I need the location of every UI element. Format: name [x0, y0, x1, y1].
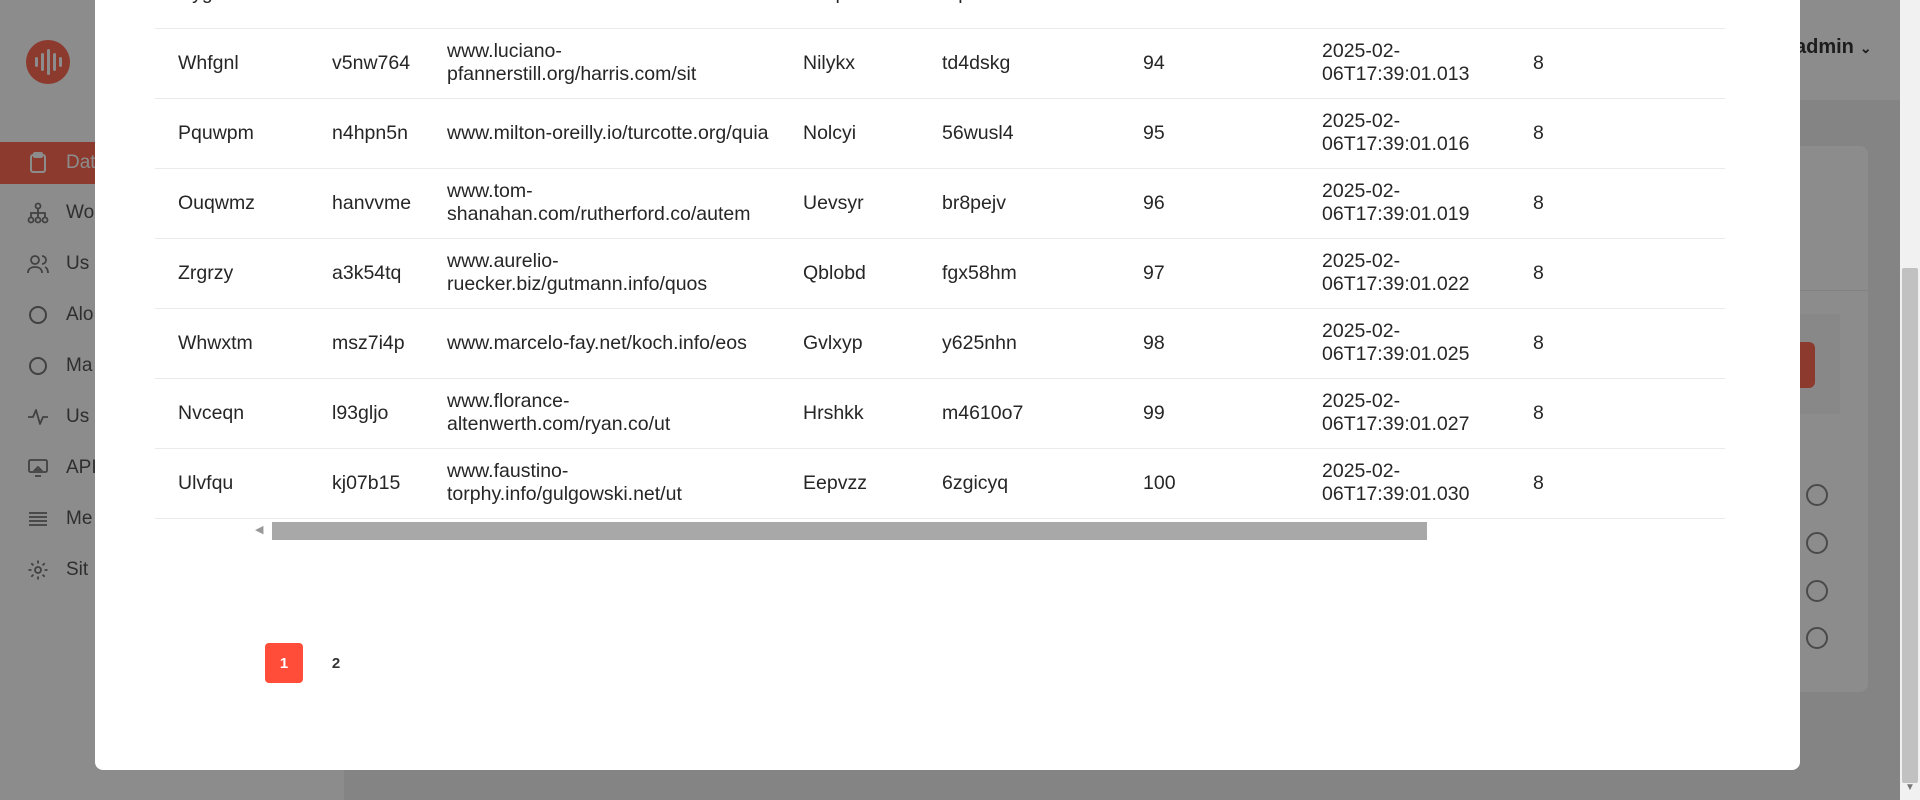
- table-cell: Ouqwmz: [178, 191, 255, 214]
- table-cell: Nilykx: [803, 51, 855, 74]
- table-cell: y625nhn: [942, 331, 1017, 354]
- table-cell: Nygfik: [178, 0, 232, 5]
- table-cell: td4dskg: [942, 51, 1011, 74]
- table-cell: www.milton-oreilly.io/turcotte.org/quia: [447, 121, 769, 144]
- table-row[interactable]: Nvceqn l93gljo www.florance-altenwerth.com…: [155, 378, 1725, 449]
- table-row[interactable]: Ouqwmz hanvvme www.tom-shanahan.com/ruther…: [155, 168, 1725, 239]
- table-cell: www.tom-shanahan.com/rutherford.co/autem: [447, 180, 751, 225]
- table-cell: Gvlxyp: [803, 331, 863, 354]
- table-cell: Hrshkk: [803, 401, 864, 424]
- table-cell: Yvlqsw: [803, 0, 864, 5]
- table-cell: a3k54tq: [332, 261, 402, 284]
- table-cell: 2025-02-06T17:39:01.013: [1322, 40, 1470, 85]
- table-row[interactable]: Ulvfqu kj07b15 www.faustino-torphy.info/gu…: [155, 448, 1725, 519]
- table-horizontal-scroll-thumb[interactable]: [272, 522, 1427, 540]
- table-cell: 6zgicyq: [942, 471, 1009, 494]
- table-cell: www.aurelio-ruecker.biz/gutmann.info/quo…: [447, 250, 708, 295]
- table-cell: l2wld49: [332, 0, 398, 5]
- table-cell: 99: [1143, 401, 1165, 424]
- table-cell: kqh6hkk: [942, 0, 1015, 5]
- table-cell: 2025-02-06T17:39:01.025: [1322, 320, 1470, 365]
- scroll-down-arrow-icon[interactable]: ▼: [1905, 782, 1915, 793]
- table-cell: br8pejv: [942, 191, 1006, 214]
- table-cell: v5nw764: [332, 51, 411, 74]
- table-cell: 8: [1533, 331, 1544, 354]
- table-row[interactable]: Whfgnl v5nw764 www.luciano-pfannerstill.or…: [155, 28, 1725, 99]
- table-cell: Zrgrzy: [178, 261, 234, 284]
- data-modal: Nygfik l2wld49 ondricka.biz/runte.biz/dolo…: [95, 0, 1800, 770]
- table-cell: 8: [1533, 471, 1544, 494]
- table-cell: n4hpn5n: [332, 121, 408, 144]
- table-cell: 100: [1143, 471, 1176, 494]
- table-cell: Nolcyi: [803, 121, 857, 144]
- table-cell: 95: [1143, 121, 1165, 144]
- table-cell: Whfgnl: [178, 51, 239, 74]
- page-button-1[interactable]: 1: [265, 643, 303, 683]
- table-cell: 06T17:39:01.010: [1322, 0, 1469, 5]
- table-cell: 8: [1533, 0, 1544, 5]
- table-cell: Pquwpm: [178, 121, 254, 144]
- table-cell: hanvvme: [332, 191, 412, 214]
- table-cell: kj07b15: [332, 471, 401, 494]
- table-cell: 8: [1533, 261, 1544, 284]
- table-cell: 2025-02-06T17:39:01.019: [1322, 180, 1470, 225]
- table-row[interactable]: Zrgrzy a3k54tq www.aurelio-ruecker.biz/gut…: [155, 238, 1725, 309]
- page-button-2[interactable]: 2: [317, 643, 355, 683]
- table-cell: 8: [1533, 191, 1544, 214]
- data-table: Nygfik l2wld49 ondricka.biz/runte.biz/dolo…: [155, 0, 1730, 530]
- table-cell: Nvceqn: [178, 401, 245, 424]
- table-cell: 2025-02-06T17:39:01.027: [1322, 390, 1470, 435]
- table-cell: msz7i4p: [332, 331, 405, 354]
- table-cell: 2025-02-06T17:39:01.022: [1322, 250, 1470, 295]
- table-cell: www.marcelo-fay.net/koch.info/eos: [447, 331, 747, 354]
- table-horizontal-scrollbar[interactable]: ◀ ▶: [250, 520, 1800, 542]
- table-cell: Qblobd: [803, 261, 866, 284]
- table-cell: 2025-02-06T17:39:01.016: [1322, 110, 1470, 155]
- page-vertical-scroll-thumb[interactable]: [1902, 268, 1918, 783]
- table-cell: Uevsyr: [803, 191, 864, 214]
- table-cell: 94: [1143, 51, 1165, 74]
- table-cell: 56wusl4: [942, 121, 1014, 144]
- table-cell: Whwxtm: [178, 331, 253, 354]
- table-cell: ondricka.biz/runte.biz/dolore: [447, 0, 787, 5]
- table-cell: 8: [1533, 121, 1544, 144]
- table-cell: 98: [1143, 331, 1165, 354]
- table-row[interactable]: Nygfik l2wld49 ondricka.biz/runte.biz/dolo…: [155, 0, 1725, 29]
- table-cell: m4610o7: [942, 401, 1024, 424]
- scroll-left-arrow-icon[interactable]: ◀: [255, 523, 263, 536]
- table-cell: 96: [1143, 191, 1165, 214]
- table-cell: www.faustino-torphy.info/gulgowski.net/u…: [447, 460, 682, 505]
- table-cell: 2025-02-06T17:39:01.030: [1322, 460, 1470, 505]
- table-cell: 93: [1143, 0, 1165, 5]
- table-row[interactable]: Whwxtm msz7i4p www.marcelo-fay.net/koch.in…: [155, 308, 1725, 379]
- table-cell: 97: [1143, 261, 1165, 284]
- table-cell: 8: [1533, 401, 1544, 424]
- table-cell: l93gljo: [332, 401, 389, 424]
- table-cell: Ulvfqu: [178, 471, 234, 494]
- table-cell: 8: [1533, 51, 1544, 74]
- table-cell: www.luciano-pfannerstill.org/harris.com/…: [447, 40, 697, 85]
- pagination: 1 2: [265, 643, 355, 683]
- table-row[interactable]: Pquwpm n4hpn5n www.milton-oreilly.io/turco…: [155, 98, 1725, 169]
- table-cell: fgx58hm: [942, 261, 1017, 284]
- table-cell: Eepvzz: [803, 471, 867, 494]
- table-cell: www.florance-altenwerth.com/ryan.co/ut: [447, 390, 671, 435]
